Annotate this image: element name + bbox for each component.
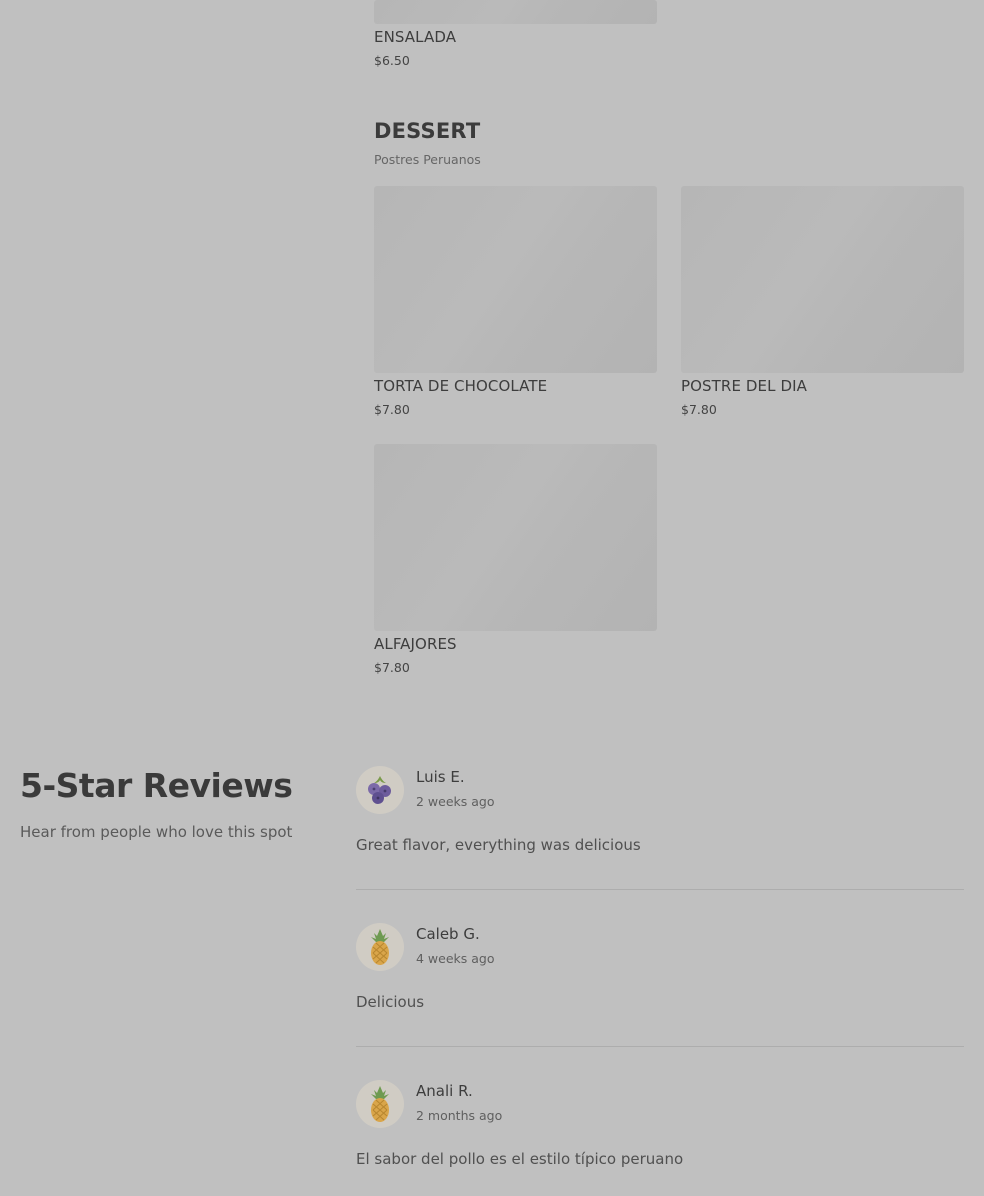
blueberry-icon xyxy=(368,776,391,804)
menu-item-price: $7.80 xyxy=(681,402,717,417)
category-title: DESSERT xyxy=(374,119,481,143)
menu-item-price: $7.80 xyxy=(374,402,410,417)
menu-item-name: TORTA DE CHOCOLATE xyxy=(374,377,548,395)
menu-item-price: $6.50 xyxy=(374,53,410,68)
reviewer-avatar xyxy=(356,1080,404,1128)
menu-item-image[interactable] xyxy=(374,186,657,373)
pineapple-icon xyxy=(371,1086,389,1122)
menu-item-image[interactable] xyxy=(374,0,657,24)
review-divider xyxy=(356,1046,964,1047)
reviews-subheading: Hear from people who love this spot xyxy=(20,823,293,841)
menu-item-image[interactable] xyxy=(681,186,964,373)
menu-item-card-torta-de-chocolate[interactable]: TORTA DE CHOCOLATE $7.80 xyxy=(374,186,657,417)
menu-item-name: ENSALADA xyxy=(374,28,457,46)
page: ENSALADA $6.50 DESSERT Postres Peruanos … xyxy=(0,0,984,1196)
pineapple-icon xyxy=(371,929,389,965)
reviewer-avatar xyxy=(356,923,404,971)
reviews-heading: 5-Star Reviews xyxy=(20,766,293,805)
review-time: 2 weeks ago xyxy=(416,794,495,809)
review-time: 4 weeks ago xyxy=(416,951,495,966)
menu-item-image[interactable] xyxy=(374,444,657,631)
menu-item-card-alfajores[interactable]: ALFAJORES $7.80 xyxy=(374,444,657,675)
menu-item-name: POSTRE DEL DIA xyxy=(681,377,807,395)
menu-item-card-postre-del-dia[interactable]: POSTRE DEL DIA $7.80 xyxy=(681,186,964,417)
menu-item-price: $7.80 xyxy=(374,660,410,675)
category-subtitle: Postres Peruanos xyxy=(374,152,481,167)
review-divider xyxy=(356,889,964,890)
review-text: El sabor del pollo es el estilo típico p… xyxy=(356,1150,684,1168)
reviewer-avatar xyxy=(356,766,404,814)
reviewer-name: Caleb G. xyxy=(416,925,480,943)
review-time: 2 months ago xyxy=(416,1108,503,1123)
menu-item-card-ensalada[interactable]: ENSALADA $6.50 xyxy=(374,0,657,68)
menu-item-name: ALFAJORES xyxy=(374,635,457,653)
reviewer-name: Luis E. xyxy=(416,768,465,786)
reviewer-name: Anali R. xyxy=(416,1082,473,1100)
review-text: Delicious xyxy=(356,993,425,1011)
review-text: Great flavor, everything was delicious xyxy=(356,836,641,854)
